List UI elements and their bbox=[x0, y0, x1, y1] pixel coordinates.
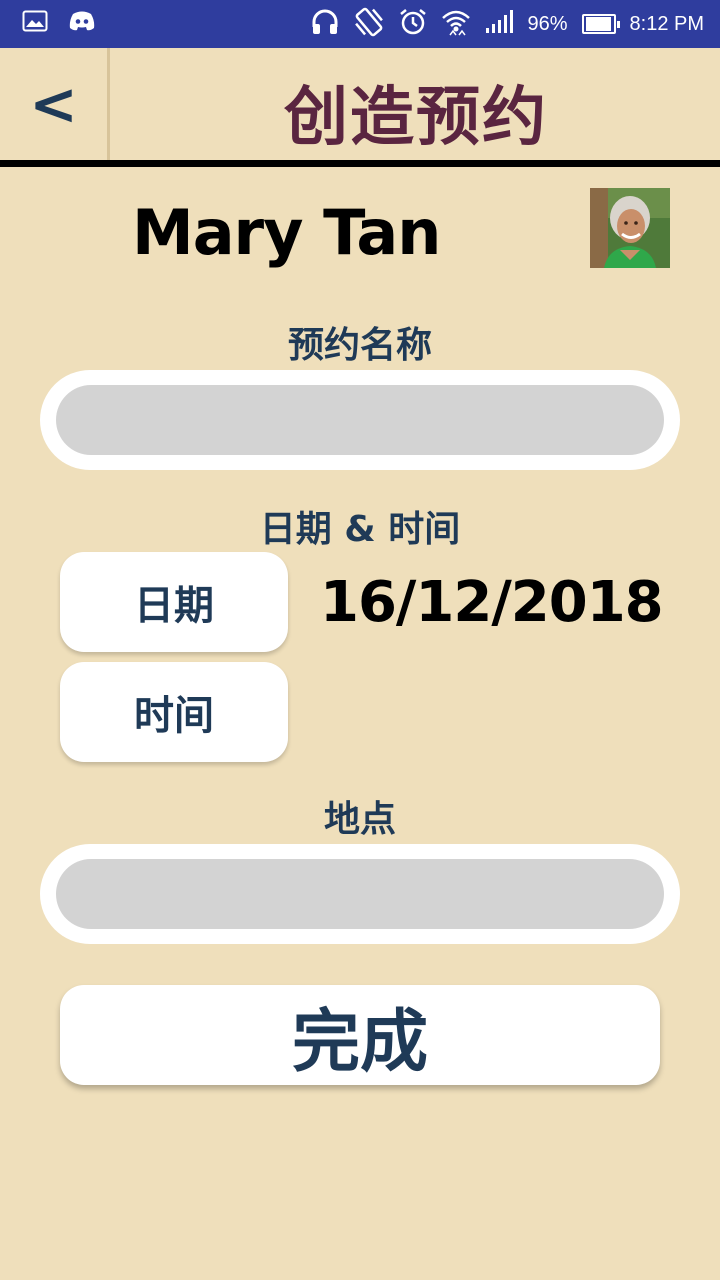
battery-percentage: 96% bbox=[527, 12, 568, 35]
page-title: 创造预约 bbox=[284, 81, 548, 155]
done-button[interactable]: 完成 bbox=[60, 985, 660, 1085]
back-button[interactable]: < bbox=[0, 48, 110, 160]
headphones-icon bbox=[311, 9, 339, 39]
wifi-icon bbox=[441, 8, 471, 40]
appointment-name-field bbox=[40, 370, 680, 470]
avatar bbox=[590, 188, 670, 268]
appointment-name-label: 预约名称 bbox=[287, 325, 432, 366]
time-button[interactable]: 时间 bbox=[60, 662, 288, 762]
battery-icon bbox=[581, 14, 620, 34]
date-value: 16/12/2018 bbox=[320, 570, 664, 635]
user-name: Mary Tan bbox=[132, 196, 441, 269]
location-label: 地点 bbox=[323, 799, 396, 840]
date-button[interactable]: 日期 bbox=[60, 552, 288, 652]
datetime-label: 日期 & 时间 bbox=[259, 509, 461, 550]
header-divider bbox=[0, 160, 720, 167]
alarm-icon bbox=[399, 8, 427, 40]
location-input[interactable] bbox=[56, 859, 664, 929]
app-header: < 创造预约 bbox=[0, 48, 720, 160]
appointment-name-input[interactable] bbox=[56, 385, 664, 455]
discord-icon bbox=[68, 10, 96, 36]
status-bar: 96% 8:12 PM bbox=[0, 0, 720, 48]
vibrate-icon bbox=[353, 7, 385, 41]
signal-icon bbox=[485, 10, 514, 38]
status-time: 8:12 PM bbox=[629, 12, 704, 35]
location-field bbox=[40, 844, 680, 944]
gallery-icon bbox=[22, 10, 48, 36]
battery-fill bbox=[585, 17, 611, 31]
